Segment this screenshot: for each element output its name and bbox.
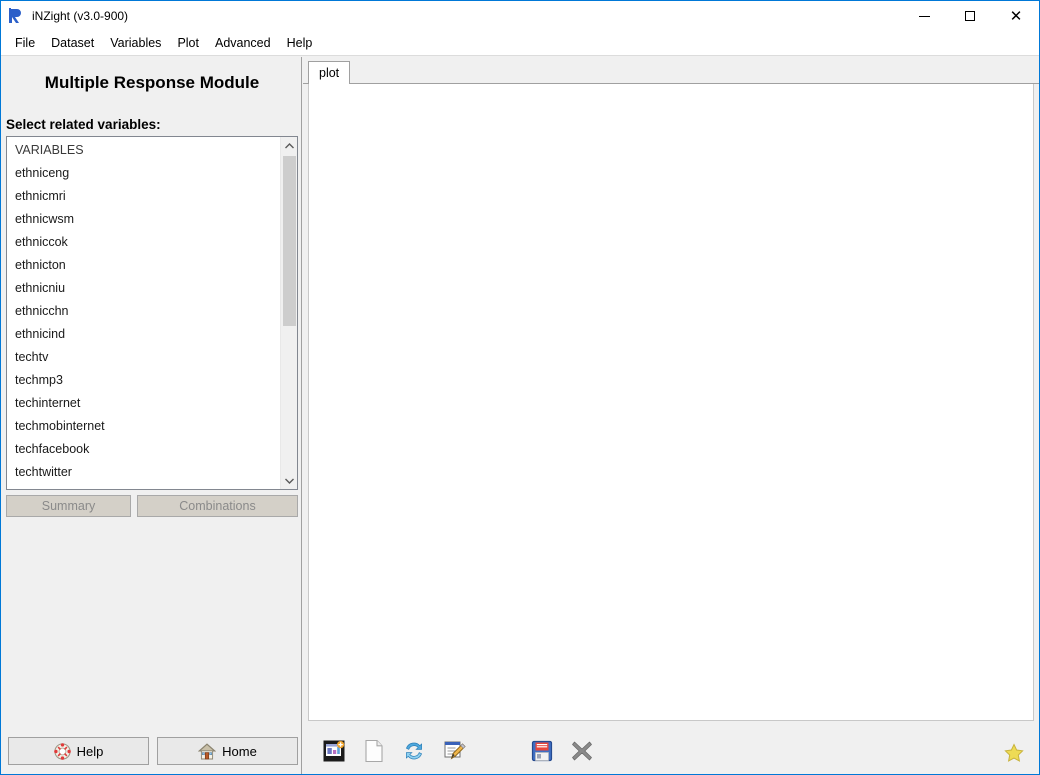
scrollbar-thumb[interactable] <box>283 156 296 326</box>
home-button-label: Home <box>222 744 257 759</box>
list-item[interactable]: ethnicmri <box>7 185 280 208</box>
list-item[interactable]: techblog <box>7 484 280 489</box>
list-item[interactable]: techfacebook <box>7 438 280 461</box>
menu-variables[interactable]: Variables <box>102 33 169 53</box>
help-button-label: Help <box>77 744 104 759</box>
module-title: Multiple Response Module <box>2 73 302 93</box>
maximize-button[interactable] <box>947 1 993 31</box>
list-item[interactable]: techinternet <box>7 392 280 415</box>
maximize-icon <box>965 11 975 21</box>
close-x-icon[interactable] <box>567 736 597 766</box>
window-title: iNZight (v3.0-900) <box>32 1 128 31</box>
refresh-icon[interactable] <box>399 736 429 766</box>
window-controls: ✕ <box>901 1 1039 31</box>
scroll-up-arrow-icon[interactable] <box>281 137 298 154</box>
sidebar-footer-buttons: Help Home <box>8 737 298 765</box>
sidebar-panel: Multiple Response Module Select related … <box>2 57 302 774</box>
lifebuoy-icon <box>54 743 71 760</box>
list-item[interactable]: ethnicchn <box>7 300 280 323</box>
plot-toolbar <box>303 728 1039 774</box>
menu-dataset[interactable]: Dataset <box>43 33 102 53</box>
main-panel: plot <box>303 57 1039 774</box>
minimize-icon <box>919 16 930 17</box>
tab-strip: plot <box>303 61 1039 84</box>
save-floppy-icon[interactable] <box>527 736 557 766</box>
star-icon[interactable] <box>1003 742 1025 764</box>
list-item-variables-header: VARIABLES <box>7 139 280 162</box>
application-window: iNZight (v3.0-900) ✕ File Dataset Variab… <box>0 0 1040 775</box>
menu-bar: File Dataset Variables Plot Advanced Hel… <box>1 31 1039 56</box>
variables-list[interactable]: VARIABLES ethniceng ethnicmri ethnicwsm … <box>7 137 280 489</box>
help-button[interactable]: Help <box>8 737 149 765</box>
list-item[interactable]: techmobinternet <box>7 415 280 438</box>
select-variables-label: Select related variables: <box>6 117 161 132</box>
house-icon <box>198 743 216 760</box>
tab-plot[interactable]: plot <box>308 61 350 84</box>
list-item[interactable]: ethniceng <box>7 162 280 185</box>
plot-canvas[interactable] <box>308 84 1034 721</box>
menu-file[interactable]: File <box>7 33 43 53</box>
list-item[interactable]: ethnicwsm <box>7 208 280 231</box>
list-item[interactable]: ethniccok <box>7 231 280 254</box>
menu-advanced[interactable]: Advanced <box>207 33 279 53</box>
home-button[interactable]: Home <box>157 737 298 765</box>
menu-help[interactable]: Help <box>279 33 321 53</box>
minimize-button[interactable] <box>901 1 947 31</box>
summary-button[interactable]: Summary <box>6 495 131 517</box>
list-item[interactable]: ethnicton <box>7 254 280 277</box>
variables-listbox[interactable]: VARIABLES ethniceng ethnicmri ethnicwsm … <box>6 136 298 490</box>
list-item[interactable]: ethnicniu <box>7 277 280 300</box>
r-logo-icon <box>9 8 25 24</box>
blank-page-icon[interactable] <box>359 736 389 766</box>
list-item[interactable]: techtwitter <box>7 461 280 484</box>
variables-list-scrollbar[interactable] <box>280 137 297 489</box>
new-plot-window-icon[interactable] <box>319 736 349 766</box>
list-item[interactable]: techmp3 <box>7 369 280 392</box>
action-button-row: Summary Combinations <box>6 495 298 517</box>
menu-plot[interactable]: Plot <box>169 33 207 53</box>
list-item[interactable]: ethnicind <box>7 323 280 346</box>
list-item[interactable]: techtv <box>7 346 280 369</box>
title-bar: iNZight (v3.0-900) ✕ <box>1 1 1039 31</box>
scroll-down-arrow-icon[interactable] <box>281 472 298 489</box>
close-button[interactable]: ✕ <box>993 1 1039 31</box>
edit-plot-icon[interactable] <box>439 736 469 766</box>
close-icon: ✕ <box>1010 9 1023 24</box>
combinations-button[interactable]: Combinations <box>137 495 298 517</box>
